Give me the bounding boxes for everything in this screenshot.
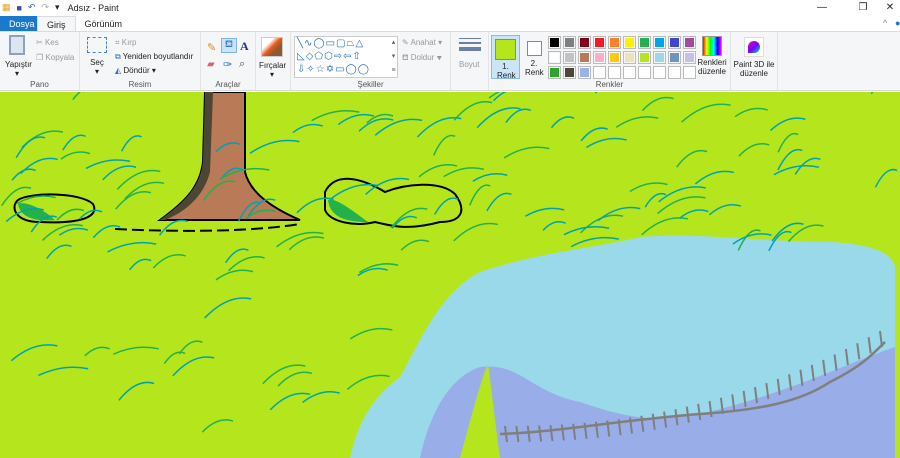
resize-button[interactable]: ⧉ Yeniden boyutlandır bbox=[115, 52, 193, 62]
title-bar: ▦ ■ ↶ ↷ ▾ Adsız - Paint — ❐ ✕ bbox=[0, 0, 900, 15]
color-picker-icon[interactable]: ✑ bbox=[223, 58, 232, 71]
cut-button[interactable]: ✂ Kes bbox=[36, 38, 59, 47]
save-icon[interactable]: ■ bbox=[17, 3, 22, 13]
shapes-gallery[interactable]: ╲∿◯▭▢⏢△ ◺◇⬠⬡⇨⇦⇧ ⇩✧☆✡▭◯◯ bbox=[294, 36, 398, 78]
tab-view[interactable]: Görünüm bbox=[76, 16, 132, 32]
pencil-icon[interactable]: ✎ bbox=[207, 41, 216, 54]
paint3d-button[interactable]: Paint 3D ile düzenle bbox=[731, 32, 778, 90]
paste-button[interactable]: Yapıştır ▾ bbox=[5, 35, 32, 78]
copy-button[interactable]: ❐ Kopyala bbox=[36, 53, 74, 62]
undo-icon[interactable]: ↶ bbox=[28, 2, 36, 13]
shapes-scroll[interactable]: ▴ ▾ ≡ bbox=[389, 36, 398, 78]
palette-color-swatch[interactable] bbox=[593, 66, 606, 79]
palette-color-swatch[interactable] bbox=[668, 66, 681, 79]
palette-color-swatch[interactable] bbox=[653, 36, 666, 49]
palette-color-swatch[interactable] bbox=[623, 51, 636, 64]
palette-color-swatch[interactable] bbox=[548, 51, 561, 64]
palette-color-swatch[interactable] bbox=[683, 36, 696, 49]
palette-color-swatch[interactable] bbox=[608, 51, 621, 64]
palette-color-swatch[interactable] bbox=[593, 36, 606, 49]
minimize-button[interactable]: — bbox=[807, 0, 837, 15]
dropdown-arrow-icon: ▾ bbox=[270, 70, 275, 79]
palette-color-swatch[interactable] bbox=[623, 66, 636, 79]
fill-bucket-icon[interactable]: ⛾ bbox=[221, 38, 237, 53]
fill-button[interactable]: ⛾ Doldur ▾ bbox=[402, 53, 442, 63]
palette-color-swatch[interactable] bbox=[608, 36, 621, 49]
text-tool-icon[interactable]: A bbox=[240, 39, 249, 54]
shapes-group: ╲∿◯▭▢⏢△ ◺◇⬠⬡⇨⇦⇧ ⇩✧☆✡▭◯◯ ▴ ▾ ≡ ✎ Anahat ▾ ⛾ D… bbox=[291, 32, 451, 90]
palette-color-swatch[interactable] bbox=[578, 51, 591, 64]
tools-group: ✎ ⛾ A ▰ ✑ ⌕ Araçlar bbox=[201, 32, 256, 90]
edit-colors-button[interactable]: Renkleri düzenle bbox=[696, 36, 728, 76]
image-group: Seç ▾ ⌗ Kırp ⧉ Yeniden boyutlandır ◭ Dönd… bbox=[80, 32, 201, 90]
size-lines-icon bbox=[459, 38, 481, 51]
paint-app-icon: ▦ bbox=[2, 2, 11, 12]
color2-button[interactable]: 2. Renk bbox=[522, 35, 546, 79]
magnifier-icon[interactable]: ⌕ bbox=[239, 58, 245, 71]
crop-button[interactable]: ⌗ Kırp bbox=[115, 38, 136, 48]
color-spectrum-icon bbox=[702, 36, 722, 56]
palette-color-swatch[interactable] bbox=[668, 36, 681, 49]
brush-icon bbox=[261, 37, 283, 57]
palette-color-swatch[interactable] bbox=[653, 66, 666, 79]
tab-home[interactable]: Giriş bbox=[37, 16, 76, 32]
collapse-ribbon-icon[interactable]: ^ bbox=[883, 18, 887, 28]
fill-icon: ⛾ bbox=[402, 53, 411, 62]
palette-color-swatch[interactable] bbox=[683, 51, 696, 64]
palette-color-swatch[interactable] bbox=[653, 51, 666, 64]
brushes-button[interactable]: Fırçalar ▾ bbox=[256, 32, 291, 90]
paint3d-icon bbox=[744, 37, 764, 57]
restore-button[interactable]: ❐ bbox=[848, 0, 878, 15]
copy-icon: ❐ bbox=[36, 53, 46, 62]
palette-color-swatch[interactable] bbox=[578, 66, 591, 79]
colors-group: 1. Renk 2. Renk Renkleri düzenle Renkler bbox=[489, 32, 731, 90]
close-button[interactable]: ✕ bbox=[875, 0, 900, 15]
select-button[interactable]: Seç ▾ bbox=[85, 37, 109, 76]
clipboard-icon bbox=[9, 35, 25, 55]
outline-button[interactable]: ✎ Anahat ▾ bbox=[402, 38, 442, 47]
palette-color-swatch[interactable] bbox=[638, 51, 651, 64]
size-button[interactable]: Boyut bbox=[451, 32, 489, 90]
scissors-icon: ✂ bbox=[36, 38, 45, 47]
palette-color-swatch[interactable] bbox=[563, 51, 576, 64]
resize-icon: ⧉ bbox=[115, 52, 123, 61]
palette-color-swatch[interactable] bbox=[563, 66, 576, 79]
palette-color-swatch[interactable] bbox=[563, 36, 576, 49]
eraser-icon[interactable]: ▰ bbox=[207, 59, 215, 70]
tab-file[interactable]: Dosya bbox=[0, 16, 37, 32]
ribbon: Yapıştır ▾ ✂ Kes ❐ Kopyala Pano Seç ▾ ⌗ K… bbox=[0, 31, 900, 91]
color1-swatch bbox=[495, 39, 516, 60]
palette-color-swatch[interactable] bbox=[683, 66, 696, 79]
color1-button[interactable]: 1. Renk bbox=[491, 35, 520, 80]
help-icon[interactable]: ● bbox=[895, 18, 900, 28]
palette-color-swatch[interactable] bbox=[623, 36, 636, 49]
select-rect-icon bbox=[87, 37, 107, 53]
palette-color-swatch[interactable] bbox=[578, 36, 591, 49]
clipboard-group: Yapıştır ▾ ✂ Kes ❐ Kopyala Pano bbox=[0, 32, 80, 90]
customize-toolbar-icon[interactable]: ▾ bbox=[55, 2, 60, 13]
palette-color-swatch[interactable] bbox=[548, 66, 561, 79]
crop-icon: ⌗ bbox=[115, 38, 122, 47]
canvas-area bbox=[0, 92, 900, 458]
drawing-canvas[interactable] bbox=[0, 92, 900, 458]
palette-color-swatch[interactable] bbox=[608, 66, 621, 79]
palette-color-swatch[interactable] bbox=[638, 66, 651, 79]
palette-color-swatch[interactable] bbox=[638, 36, 651, 49]
redo-icon[interactable]: ↷ bbox=[42, 2, 50, 13]
color2-swatch bbox=[526, 41, 542, 56]
palette-color-swatch[interactable] bbox=[548, 36, 561, 49]
rotate-button[interactable]: ◭ Döndür ▾ bbox=[115, 66, 156, 75]
palette-color-swatch[interactable] bbox=[593, 51, 606, 64]
palette-color-swatch[interactable] bbox=[668, 51, 681, 64]
window-title: Adsız - Paint bbox=[67, 2, 119, 13]
